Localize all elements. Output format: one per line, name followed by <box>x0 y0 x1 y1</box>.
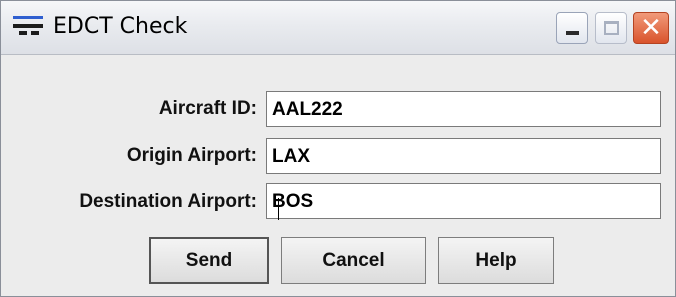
window-title: EDCT Check <box>53 14 188 39</box>
title-bar[interactable]: EDCT Check ✕ <box>1 1 675 55</box>
maximize-icon <box>604 21 619 35</box>
text-caret <box>278 198 279 220</box>
minimize-button[interactable] <box>556 12 588 44</box>
close-icon: ✕ <box>640 13 662 43</box>
close-button[interactable]: ✕ <box>633 12 669 44</box>
help-button[interactable]: Help <box>438 237 554 284</box>
aircraft-id-label: Aircraft ID: <box>158 98 257 119</box>
edct-check-dialog: EDCT Check ✕ Aircraft ID: AAL222 Origin … <box>0 0 676 297</box>
cancel-button[interactable]: Cancel <box>281 237 426 284</box>
maximize-button[interactable] <box>595 12 627 44</box>
aircraft-id-field[interactable]: AAL222 <box>266 91 661 127</box>
origin-airport-value: LAX <box>272 146 310 167</box>
destination-airport-label: Destination Airport: <box>79 191 257 212</box>
send-button[interactable]: Send <box>149 237 269 284</box>
minimize-icon <box>566 31 579 35</box>
destination-airport-text: BOS <box>272 191 313 220</box>
aircraft-id-value: AAL222 <box>272 99 343 120</box>
origin-airport-label: Origin Airport: <box>126 145 257 166</box>
app-menu-icon[interactable] <box>13 16 43 40</box>
origin-airport-field[interactable]: LAX <box>266 138 661 174</box>
destination-airport-field[interactable]: BOS <box>266 183 661 220</box>
